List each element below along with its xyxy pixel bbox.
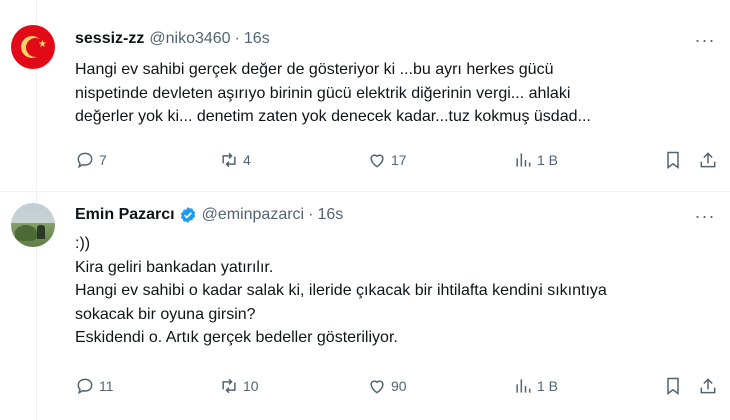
views-button[interactable]: 1 B [513, 375, 558, 397]
reply-count: 11 [99, 378, 114, 394]
reply-button[interactable]: 7 [75, 149, 107, 171]
like-icon [370, 380, 384, 394]
more-icon[interactable]: ··· [694, 206, 716, 226]
author-handle[interactable]: @niko3460 [149, 30, 230, 48]
separator: · [234, 30, 240, 47]
like-count: 90 [391, 378, 407, 394]
reply-icon [77, 378, 93, 395]
post-header: sessiz-zz @niko3460 · 16s [75, 28, 270, 50]
views-button[interactable]: 1 B [513, 149, 558, 171]
post-2[interactable]: Emin Pazarcı @eminpazarci · 16s ··· :)) … [0, 192, 730, 420]
action-bar: 7 4 17 1 B [75, 149, 720, 171]
avatar[interactable]: ★ [11, 25, 55, 69]
post-text-line: Eskidendi o. Artık gerçek bedeller göste… [75, 329, 398, 346]
like-button[interactable]: 17 [367, 149, 407, 171]
post-text-line: nispetinde devleten aşırıyo birinin gücü… [75, 84, 571, 102]
share-button[interactable] [698, 375, 718, 397]
post-text-line: sokacak bir oyuna girsin? [75, 305, 256, 323]
repost-button[interactable]: 4 [219, 149, 251, 171]
separator: · [308, 206, 314, 223]
views-icon [516, 379, 531, 393]
post-text-line: Hangi ev sahibi gerçek değer de gösteriy… [75, 61, 554, 78]
post-header: Emin Pazarcı @eminpazarci · 16s [75, 204, 343, 226]
view-count: 1 B [537, 378, 559, 394]
reply-count: 7 [99, 152, 107, 168]
bookmark-icon [667, 377, 679, 395]
like-icon [370, 154, 384, 168]
share-icon [700, 152, 716, 168]
reply-icon [77, 152, 93, 169]
post-text: :)) Kira geliri bankadan yatırılır. Hang… [75, 232, 715, 350]
action-bar: 11 10 90 1 B [75, 375, 720, 397]
share-button[interactable] [698, 149, 718, 171]
repost-icon [222, 152, 236, 168]
bookmark-icon [667, 151, 679, 169]
repost-icon [222, 378, 236, 394]
bookmark-button[interactable] [663, 375, 683, 397]
more-icon[interactable]: ··· [694, 30, 716, 50]
timestamp[interactable]: 16s [317, 206, 343, 224]
post-text: Hangi ev sahibi gerçek değer de gösteriy… [75, 58, 715, 129]
avatar[interactable] [11, 203, 55, 247]
post-1[interactable]: ★ sessiz-zz @niko3460 · 16s ··· Hangi ev… [0, 0, 730, 191]
reply-button[interactable]: 11 [75, 375, 114, 397]
author-handle[interactable]: @eminpazarci [202, 206, 305, 224]
post-text-line: Kira geliri bankadan yatırılır. [75, 258, 274, 276]
repost-count: 4 [243, 152, 251, 168]
post-text-line: değerler yok ki... denetim zaten yok den… [75, 108, 591, 125]
post-text-line: :)) [75, 235, 91, 252]
author-name[interactable]: Emin Pazarcı [75, 206, 175, 224]
repost-button[interactable]: 10 [219, 375, 259, 397]
like-count: 17 [391, 152, 407, 168]
views-icon [516, 153, 531, 167]
view-count: 1 B [537, 152, 559, 168]
share-icon [700, 378, 716, 394]
verified-badge-icon[interactable] [179, 206, 197, 224]
bookmark-button[interactable] [663, 149, 683, 171]
like-button[interactable]: 90 [367, 375, 407, 397]
author-name[interactable]: sessiz-zz [75, 30, 144, 48]
post-text-line: Hangi ev sahibi o kadar salak ki, ilerid… [75, 282, 607, 299]
timestamp[interactable]: 16s [244, 30, 270, 48]
repost-count: 10 [243, 378, 259, 394]
